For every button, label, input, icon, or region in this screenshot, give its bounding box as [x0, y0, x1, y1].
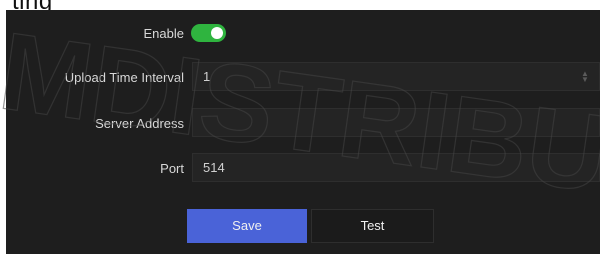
server-address-label: Server Address	[95, 116, 184, 131]
page-title: ting	[0, 0, 600, 10]
save-button[interactable]: Save	[187, 209, 307, 243]
spinner-icon[interactable]: ▲ ▼	[581, 70, 589, 84]
server-address-input[interactable]	[192, 108, 600, 137]
enable-label: Enable	[143, 26, 184, 41]
page-title-text: ting	[12, 0, 53, 10]
toggle-knob	[211, 27, 223, 39]
port-value: 514	[203, 160, 225, 175]
port-input[interactable]: 514	[192, 153, 600, 182]
port-label: Port	[160, 161, 184, 176]
enable-toggle[interactable]	[191, 24, 226, 42]
upload-interval-input[interactable]: 1 ▲ ▼	[192, 62, 600, 91]
upload-interval-value: 1	[203, 69, 211, 84]
upload-interval-label: Upload Time Interval	[64, 70, 184, 85]
test-button[interactable]: Test	[311, 209, 434, 243]
